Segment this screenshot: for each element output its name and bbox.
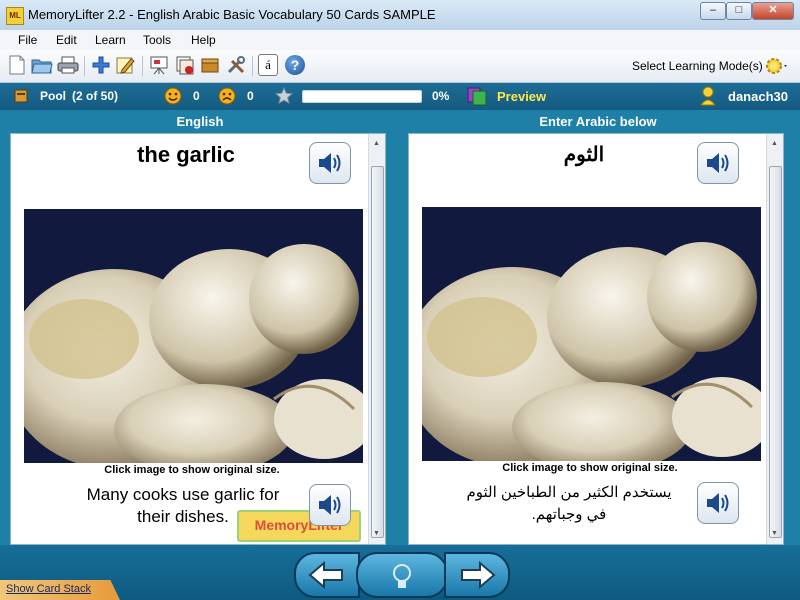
question-scrollbar[interactable]: ▲ ▼ xyxy=(368,134,385,544)
toolbar-separator xyxy=(84,56,85,76)
new-file-icon[interactable] xyxy=(6,54,28,76)
star-icon xyxy=(275,87,293,105)
menu-tools[interactable]: Tools xyxy=(143,33,171,47)
scroll-up-arrow[interactable]: ▲ xyxy=(771,140,778,147)
pool-box-icon xyxy=(14,89,28,103)
toolbar-separator xyxy=(252,56,253,76)
progress-percent: 0% xyxy=(432,89,450,103)
box-icon[interactable] xyxy=(199,54,221,76)
scroll-up-arrow[interactable]: ▲ xyxy=(373,140,380,147)
progress-bar xyxy=(302,90,422,103)
happy-count: 0 xyxy=(193,89,200,103)
answer-example-speaker-button[interactable] xyxy=(697,482,739,524)
preview-label[interactable]: Preview xyxy=(497,89,546,104)
show-card-stack-link[interactable]: Show Card Stack xyxy=(6,583,91,595)
scroll-thumb[interactable] xyxy=(371,166,384,538)
print-icon[interactable] xyxy=(57,54,79,76)
help-glyph: ? xyxy=(285,55,305,75)
previous-card-button[interactable] xyxy=(294,552,360,598)
question-column-header: English xyxy=(176,114,224,129)
toolbar-separator xyxy=(142,56,143,76)
right-arrow-icon xyxy=(461,560,496,590)
happy-face-icon xyxy=(164,87,182,105)
status-bar: Pool (2 of 50) 0 0 0% Preview danach30 xyxy=(0,83,800,110)
answer-speaker-button[interactable] xyxy=(697,142,739,184)
speaker-icon xyxy=(319,153,341,173)
title-bar: ML MemoryLifter 2.2 - English Arabic Bas… xyxy=(0,0,800,31)
question-image-caption: Click image to show original size. xyxy=(104,464,280,476)
pool-count: (2 of 50) xyxy=(72,89,119,103)
question-example-speaker-button[interactable] xyxy=(309,484,351,526)
answer-scrollbar[interactable]: ▲ ▼ xyxy=(766,134,783,544)
answer-card: الثوم Click image to show original size.… xyxy=(408,133,784,545)
menu-bar: File Edit Learn Tools Help xyxy=(0,30,800,50)
tools-icon[interactable] xyxy=(225,54,247,76)
speaker-icon xyxy=(319,495,341,515)
answer-example-sentence: يستخدم الكثير من الطباخين الثوم في وجبات… xyxy=(439,482,699,526)
answer-garlic-image[interactable] xyxy=(422,207,761,461)
answer-image-caption: Click image to show original size. xyxy=(502,462,678,474)
learning-mode-gear-icon[interactable] xyxy=(764,56,787,76)
select-learning-mode-label[interactable]: Select Learning Mode(s) xyxy=(632,59,763,73)
speaker-icon xyxy=(707,153,729,173)
close-button[interactable]: ✕ xyxy=(752,2,794,20)
question-card: the garlic Click image to show original … xyxy=(10,133,386,545)
app-icon: ML xyxy=(6,7,24,25)
add-card-icon[interactable] xyxy=(90,54,112,76)
accent-a-icon[interactable]: á xyxy=(258,54,278,76)
menu-edit[interactable]: Edit xyxy=(56,33,77,47)
question-garlic-image[interactable] xyxy=(24,209,363,463)
answer-example-line-1: يستخدم الكثير من الطباخين الثوم xyxy=(466,484,672,501)
garlic-photo xyxy=(422,207,761,461)
maximize-button[interactable]: □ xyxy=(726,2,752,20)
username: danach30 xyxy=(728,89,788,104)
pool-label: Pool xyxy=(40,89,66,103)
card-stack-icon[interactable] xyxy=(174,54,196,76)
next-card-button[interactable] xyxy=(444,552,510,598)
edit-card-icon[interactable] xyxy=(115,54,137,76)
menu-help[interactable]: Help xyxy=(191,33,216,47)
answer-example-line-2: في وجباتهم. xyxy=(531,506,607,523)
minimize-button[interactable]: – xyxy=(700,2,726,20)
scroll-thumb[interactable] xyxy=(769,166,782,538)
window-title: MemoryLifter 2.2 - English Arabic Basic … xyxy=(28,7,436,22)
help-icon[interactable]: ? xyxy=(284,54,306,76)
sad-count: 0 xyxy=(247,89,254,103)
question-example-line-1: Many cooks use garlic for xyxy=(86,485,280,504)
speaker-icon xyxy=(707,493,729,513)
user-icon xyxy=(700,86,716,106)
menu-file[interactable]: File xyxy=(18,33,37,47)
preview-icon[interactable] xyxy=(466,86,488,106)
scroll-down-arrow[interactable]: ▼ xyxy=(373,530,380,537)
garlic-photo xyxy=(24,209,363,463)
left-arrow-icon xyxy=(308,560,343,590)
open-folder-icon[interactable] xyxy=(31,54,53,76)
toolbar: á ? Select Learning Mode(s) xyxy=(0,50,800,83)
lightbulb-icon xyxy=(393,564,411,588)
presentation-icon[interactable] xyxy=(148,54,170,76)
scroll-down-arrow[interactable]: ▼ xyxy=(771,530,778,537)
sad-face-icon xyxy=(218,87,236,105)
question-speaker-button[interactable] xyxy=(309,142,351,184)
answer-column-header: Enter Arabic below xyxy=(539,114,657,129)
menu-learn[interactable]: Learn xyxy=(95,33,126,47)
hint-button[interactable] xyxy=(356,552,448,598)
